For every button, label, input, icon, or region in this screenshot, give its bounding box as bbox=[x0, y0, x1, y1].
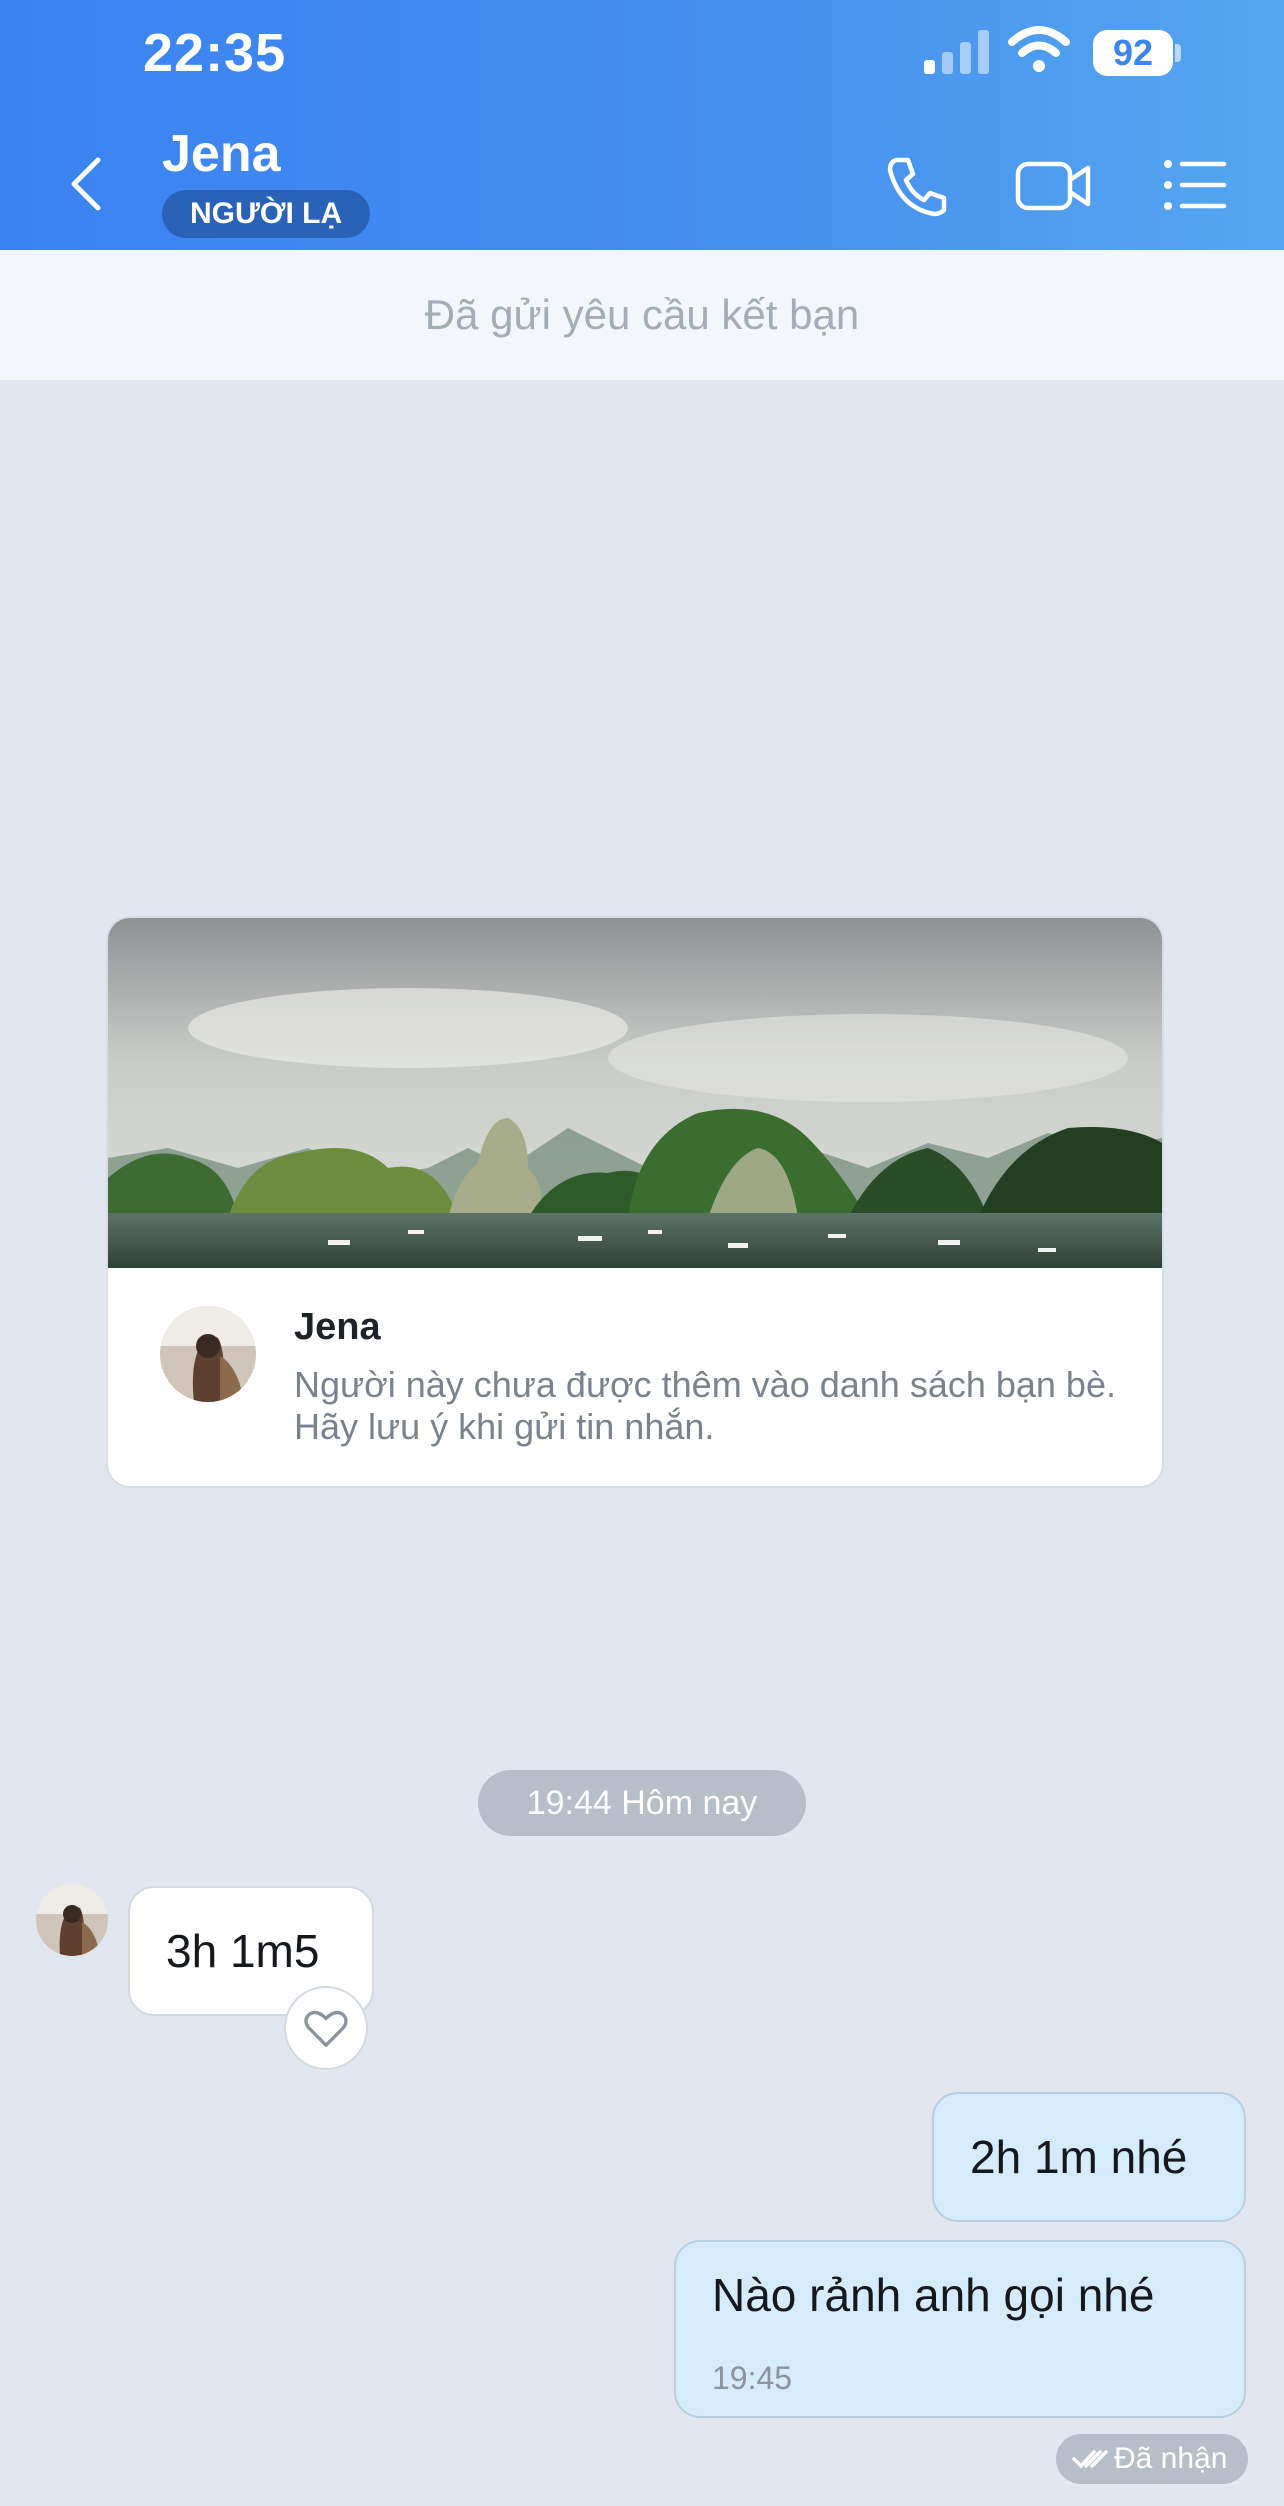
date-separator: 19:44 Hôm nay bbox=[478, 1770, 806, 1836]
profile-card[interactable]: Jena Người này chưa được thêm vào danh s… bbox=[108, 918, 1162, 1486]
message-time: 19:45 bbox=[712, 2360, 793, 2396]
stranger-badge: NGƯỜI LẠ bbox=[162, 190, 371, 238]
menu-list-icon[interactable] bbox=[1160, 150, 1230, 220]
cover-image bbox=[108, 918, 1162, 1268]
profile-name: Jena bbox=[294, 1306, 381, 1348]
message-bubble-outgoing[interactable]: Nào rảnh anh gọi nhé 19:45 bbox=[674, 2240, 1246, 2418]
delivery-status-text: Đã nhận bbox=[1114, 2442, 1228, 2475]
delivery-status: Đã nhận bbox=[1056, 2434, 1248, 2484]
friend-request-bar: Đã gửi yêu cầu kết bạn bbox=[0, 250, 1284, 380]
heart-icon[interactable] bbox=[284, 1986, 368, 2070]
double-check-icon bbox=[1072, 2450, 1108, 2469]
profile-avatar[interactable] bbox=[160, 1306, 256, 1402]
video-call-icon[interactable] bbox=[1014, 150, 1094, 220]
wifi-icon bbox=[1008, 26, 1070, 72]
status-time: 22:35 bbox=[143, 23, 287, 83]
battery-level: 92 bbox=[1093, 30, 1173, 76]
battery-icon: 92 bbox=[1093, 30, 1181, 76]
phone-icon[interactable] bbox=[882, 150, 952, 220]
chat-header: 22:35 92 Jena NGƯỜI LẠ bbox=[0, 0, 1284, 250]
back-chevron-icon[interactable] bbox=[66, 154, 106, 214]
chat-title[interactable]: Jena bbox=[162, 124, 281, 184]
sender-avatar[interactable] bbox=[36, 1884, 108, 1956]
signal-icon bbox=[924, 30, 989, 74]
profile-warning-text: Người này chưa được thêm vào danh sách b… bbox=[294, 1364, 1116, 1447]
message-bubble-outgoing[interactable]: 2h 1m nhé bbox=[932, 2092, 1246, 2222]
message-text: Nào rảnh anh gọi nhé bbox=[712, 2269, 1155, 2321]
